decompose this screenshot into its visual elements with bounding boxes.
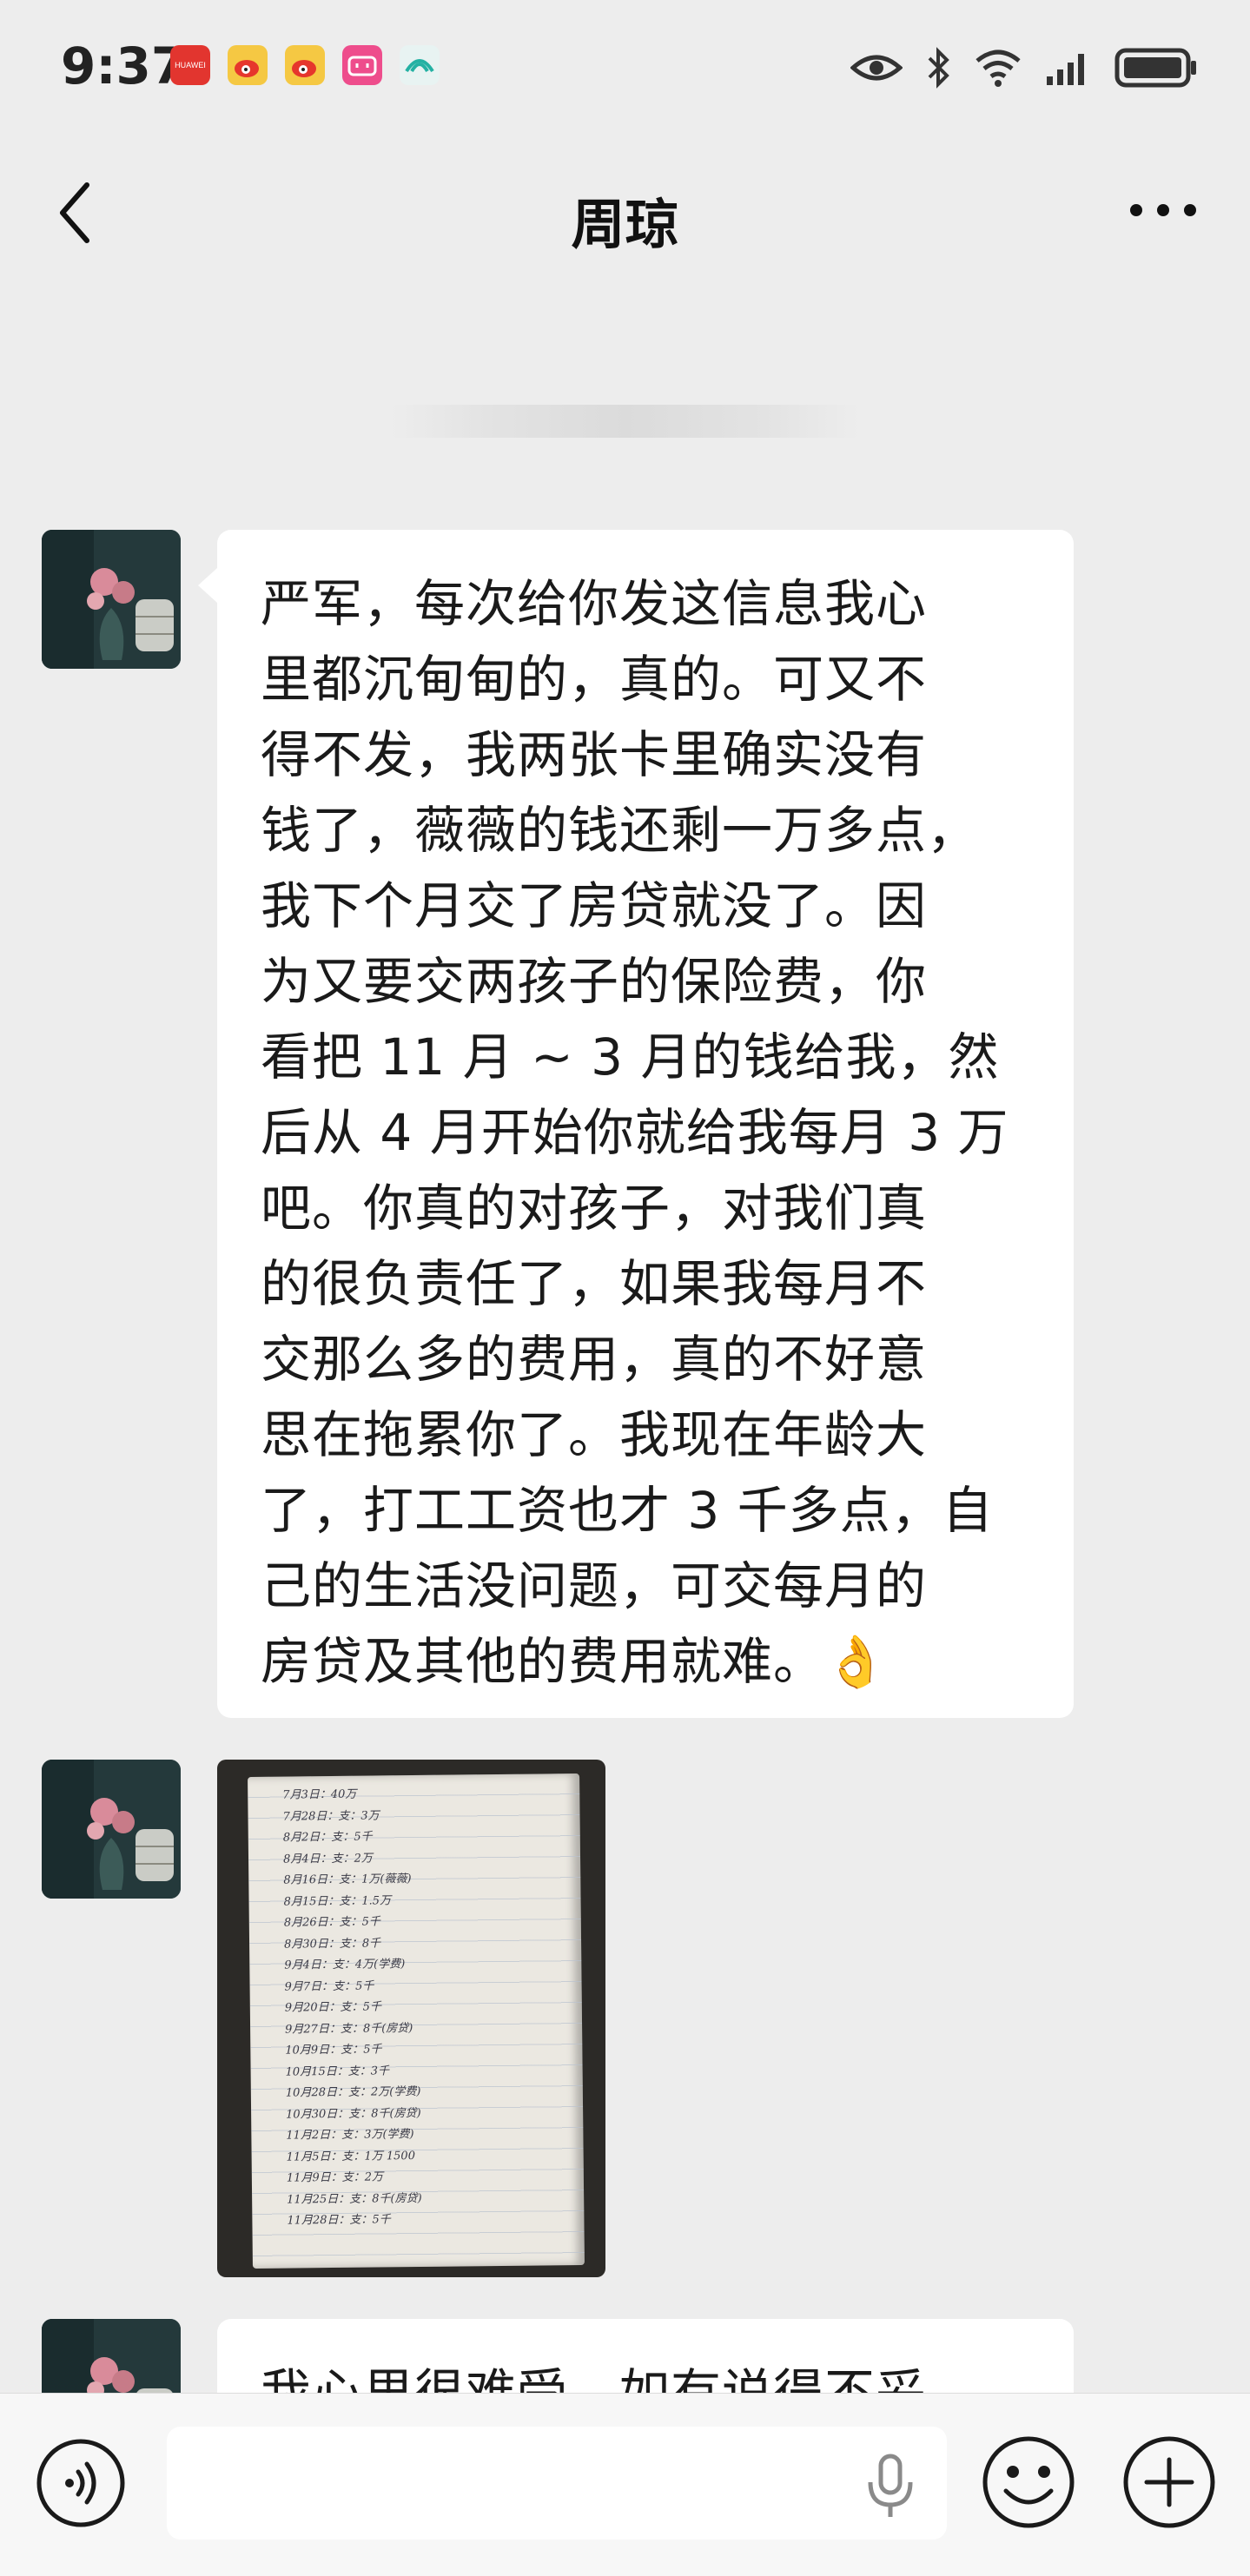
- weibo-icon: [285, 45, 325, 85]
- bluetooth-icon: [928, 47, 949, 89]
- more-options-icon[interactable]: [1124, 193, 1202, 228]
- avatar[interactable]: [42, 530, 181, 669]
- notebook-line: 11月2日：支：3万(学费): [286, 2128, 414, 2143]
- chat-input-bar: [0, 2393, 1250, 2576]
- notebook-line: 8月15日：支：1.5万: [283, 1893, 392, 1909]
- notebook-line: 11月5日：支：1万 1500: [286, 2149, 416, 2164]
- message-line: 为又要交两孩子的保险费，你: [261, 952, 928, 1011]
- notebook-line: 10月28日：支：2万(学费): [285, 2084, 421, 2100]
- status-time: 9:37: [61, 36, 187, 96]
- message-line: 后从 4 月开始你就给我每月 3 万: [261, 1103, 1009, 1162]
- notebook-line: 11月25日：支：8千(房贷): [287, 2191, 422, 2207]
- image-message[interactable]: 7月3日：40万 7月28日：支：3万 8月2日：支：5千 8月4日：支：2万 8月16…: [217, 1760, 605, 2277]
- message-line: 交那么多的费用，真的不好意: [261, 1330, 928, 1389]
- avatar[interactable]: [42, 2319, 181, 2395]
- message-timestamp-blurred: [391, 405, 860, 438]
- notebook-line: 8月16日：支：1万(薇薇): [283, 1873, 412, 1887]
- message-line: 房贷及其他的费用就难。👌: [261, 1632, 889, 1691]
- message-line: 得不发，我两张卡里确实没有: [261, 725, 928, 784]
- notebook-text: 7月3日：40万 7月28日：支：3万 8月2日：支：5千 8月4日：支：2万 8月16…: [282, 1784, 422, 2232]
- message-line: 我心里很难受，如有说得不妥: [261, 2363, 928, 2397]
- wifi-icon: [976, 50, 1021, 87]
- notebook-line: 9月20日：支：5千: [284, 2000, 382, 2015]
- notebook-line: 10月15日：支：3千: [285, 2064, 390, 2079]
- chat-header: 周琼: [0, 139, 1250, 287]
- message-line: 钱了，薇薇的钱还剩一万多点，: [261, 801, 979, 860]
- message-line: 看把 11 月 ~ 3 月的钱给我，然: [261, 1027, 1000, 1087]
- notebook-line: 8月2日：支：5千: [282, 1830, 373, 1845]
- weibo-icon: [228, 45, 268, 85]
- notebook-line: 11月9日：支：2万: [286, 2170, 384, 2185]
- battery-icon: [1114, 48, 1196, 88]
- notebook-line: 7月28日：支：3万: [282, 1808, 380, 1824]
- message-bubble[interactable]: 我心里很难受，如有说得不妥: [217, 2319, 1074, 2397]
- message-line: 了，打工工资也才 3 千多点，自: [261, 1481, 994, 1540]
- status-bar: 9:37 HUAWEI: [0, 0, 1250, 139]
- notebook-page: 7月3日：40万 7月28日：支：3万 8月2日：支：5千 8月4日：支：2万 8月16…: [248, 1773, 585, 2269]
- message-line: 里都沉甸甸的，真的。可又不: [261, 650, 928, 709]
- message-line: 严军，每次给你发这信息我心: [261, 574, 928, 633]
- emoji-icon[interactable]: [980, 2434, 1077, 2531]
- notebook-line: 10月30日：支：8千(房贷): [286, 2106, 421, 2122]
- notebook-line: 8月26日：支：5千: [283, 1915, 380, 1930]
- microphone-icon[interactable]: [860, 2451, 921, 2520]
- signal-icon: [1047, 54, 1084, 85]
- notebook-line: 9月27日：支：8千(房贷): [285, 2021, 413, 2037]
- eye-icon: [850, 55, 903, 81]
- message-text: 我心里很难受，如有说得不妥: [261, 2355, 1051, 2397]
- notebook-line: 11月28日：支：5千: [287, 2213, 391, 2228]
- message-line: 思在拖累你了。我现在年龄大: [261, 1405, 928, 1464]
- message-line: 己的生活没问题，可交每月的: [261, 1556, 928, 1615]
- plus-icon[interactable]: [1121, 2434, 1218, 2531]
- chat-title: 周琼: [571, 193, 679, 256]
- bilibili-icon: [342, 45, 382, 85]
- message-bubble[interactable]: 严军，每次给你发这信息我心 里都沉甸甸的，真的。可又不 得不发，我两张卡里确实没…: [198, 530, 1074, 1718]
- message-text: 严军，每次给你发这信息我心 里都沉甸甸的，真的。可又不 得不发，我两张卡里确实没…: [261, 566, 1051, 1700]
- message-input[interactable]: [167, 2427, 947, 2540]
- huawei-app-icon: HUAWEI: [170, 45, 210, 85]
- message-line: 吧。你真的对孩子，对我们真: [261, 1179, 928, 1238]
- notebook-line: 9月7日：支：5千: [284, 1979, 374, 1994]
- ai-app-icon: [400, 45, 440, 85]
- notebook-line: 8月4日：支：2万: [282, 1852, 373, 1866]
- message-line: 我下个月交了房贷就没了。因: [261, 876, 928, 935]
- avatar[interactable]: [42, 1760, 181, 1899]
- notebook-line: 8月30日：支：8千: [283, 1936, 381, 1952]
- message-line: 的很负责任了，如果我每月不: [261, 1254, 928, 1313]
- voice-mode-icon[interactable]: [35, 2437, 127, 2529]
- notebook-line: 10月9日：支：5千: [285, 2043, 382, 2057]
- notebook-line: 7月3日：40万: [282, 1787, 357, 1802]
- notebook-line: 9月4日：支：4万(学费): [284, 1958, 406, 1972]
